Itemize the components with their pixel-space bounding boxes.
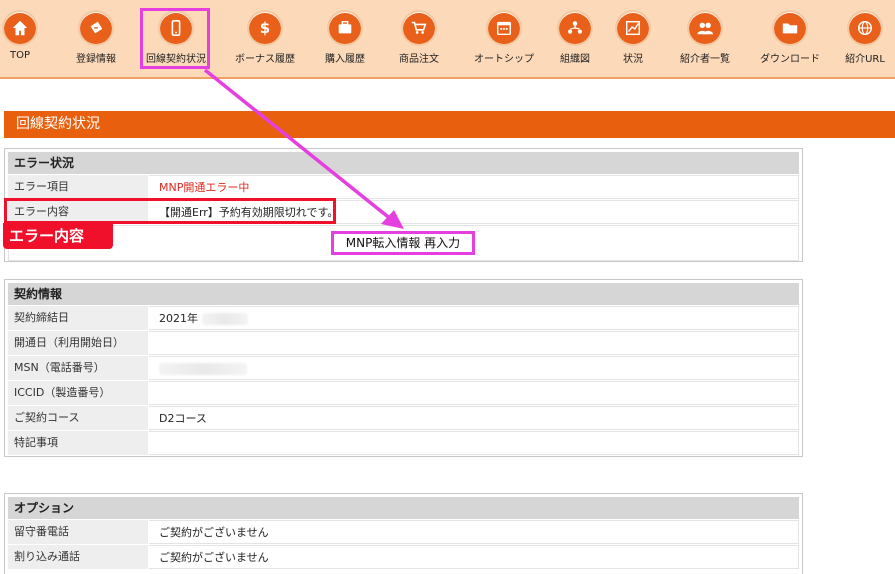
call-waiting-label: 割り込み通話: [8, 545, 149, 569]
table-row: 開通日（利用開始日）: [8, 330, 799, 355]
nav-item-line-contract[interactable]: 回線契約状況: [136, 12, 216, 65]
msn-label: MSN（電話番号）: [8, 356, 149, 380]
page-title: 回線契約状況: [4, 111, 895, 138]
notes-value: [149, 431, 799, 455]
register-icon: [80, 12, 112, 44]
error-item-value: MNP開通エラー中: [149, 175, 799, 199]
nav-label-purchase: 購入履歴: [325, 54, 365, 65]
course-label: ご契約コース: [8, 406, 149, 430]
error-annotation-tag: エラー内容: [3, 223, 113, 249]
nav-item-order[interactable]: 商品注文: [379, 12, 459, 65]
contract-date-text: 2021年: [159, 312, 198, 325]
nav-label-download: ダウンロード: [760, 54, 820, 65]
iccid-label: ICCID（製造番号）: [8, 381, 149, 405]
nav-item-status[interactable]: 状況: [593, 12, 673, 65]
contract-date-label: 契約締結日: [8, 306, 149, 330]
briefcase-icon: [329, 12, 361, 44]
error-content-label: エラー内容: [8, 200, 149, 224]
call-waiting-value: ご契約がございません: [149, 545, 799, 569]
contract-date-value: 2021年: [149, 306, 799, 330]
table-row: エラー項目 MNP開通エラー中: [8, 174, 799, 199]
org-chart-icon: [559, 12, 591, 44]
table-row: エラー内容 【開通Err】予約有効期限切れです。: [8, 199, 799, 224]
table-row: 割り込み通話 ご契約がございません: [8, 544, 799, 569]
options-heading: オプション: [8, 497, 799, 519]
mnp-reentry-button[interactable]: MNP転入情報 再入力: [331, 231, 475, 255]
home-icon: [4, 12, 36, 44]
error-status-heading: エラー状況: [8, 152, 799, 174]
cart-icon: [403, 12, 435, 44]
chart-icon: [617, 12, 649, 44]
msn-value: [149, 356, 799, 380]
smartphone-icon: [160, 12, 192, 44]
nav-label-line-contract: 回線契約状況: [146, 54, 206, 65]
contract-heading: 契約情報: [8, 283, 799, 305]
course-value: D2コース: [149, 406, 799, 430]
table-row: ご契約コース D2コース: [8, 405, 799, 430]
nav-label-referrers: 紹介者一覧: [680, 54, 730, 65]
nav-item-bonus[interactable]: $ ボーナス履歴: [225, 12, 305, 65]
notes-label: 特記事項: [8, 431, 149, 455]
nav-item-top[interactable]: TOP: [0, 12, 60, 61]
nav-item-download[interactable]: ダウンロード: [750, 12, 830, 65]
redacted-value: [201, 313, 248, 325]
table-row: 留守番電話 ご契約がございません: [8, 519, 799, 544]
voicemail-value: ご契約がございません: [149, 520, 799, 544]
top-navigation: TOP 登録情報 回線契約状況 $ ボーナス履歴 購入履歴 商品注文 オートシッ…: [0, 0, 895, 79]
users-icon: [689, 12, 721, 44]
nav-item-purchase[interactable]: 購入履歴: [305, 12, 385, 65]
iccid-value: [149, 381, 799, 405]
nav-label-registration: 登録情報: [76, 54, 116, 65]
table-row: ICCID（製造番号）: [8, 380, 799, 405]
voicemail-label: 留守番電話: [8, 520, 149, 544]
activation-date-label: 開通日（利用開始日）: [8, 331, 149, 355]
nav-label-referral-url: 紹介URL: [845, 54, 885, 65]
nav-label-status: 状況: [623, 54, 643, 65]
folder-icon: [774, 12, 806, 44]
redacted-value: [159, 363, 247, 375]
nav-label-order: 商品注文: [399, 54, 439, 65]
error-content-value: 【開通Err】予約有効期限切れです。: [149, 200, 799, 224]
calendar-icon: [488, 12, 520, 44]
error-item-label: エラー項目: [8, 175, 149, 199]
nav-label-bonus: ボーナス履歴: [235, 54, 295, 65]
table-row: 契約締結日 2021年: [8, 305, 799, 330]
options-panel: オプション 留守番電話 ご契約がございません 割り込み通話 ご契約がございません: [4, 493, 803, 574]
activation-date-value: [149, 331, 799, 355]
globe-icon: [849, 12, 881, 44]
nav-item-autoship[interactable]: オートシップ: [464, 12, 544, 65]
nav-item-referral-url[interactable]: 紹介URL: [825, 12, 895, 65]
table-row: 特記事項: [8, 430, 799, 455]
contract-panel: 契約情報 契約締結日 2021年 開通日（利用開始日） MSN（電話番号） IC…: [4, 279, 803, 457]
table-row: MSN（電話番号）: [8, 355, 799, 380]
nav-item-referrers[interactable]: 紹介者一覧: [665, 12, 745, 65]
nav-item-registration[interactable]: 登録情報: [56, 12, 136, 65]
nav-label-autoship: オートシップ: [474, 54, 534, 65]
dollar-icon: $: [249, 12, 281, 44]
nav-label-top: TOP: [9, 50, 30, 61]
